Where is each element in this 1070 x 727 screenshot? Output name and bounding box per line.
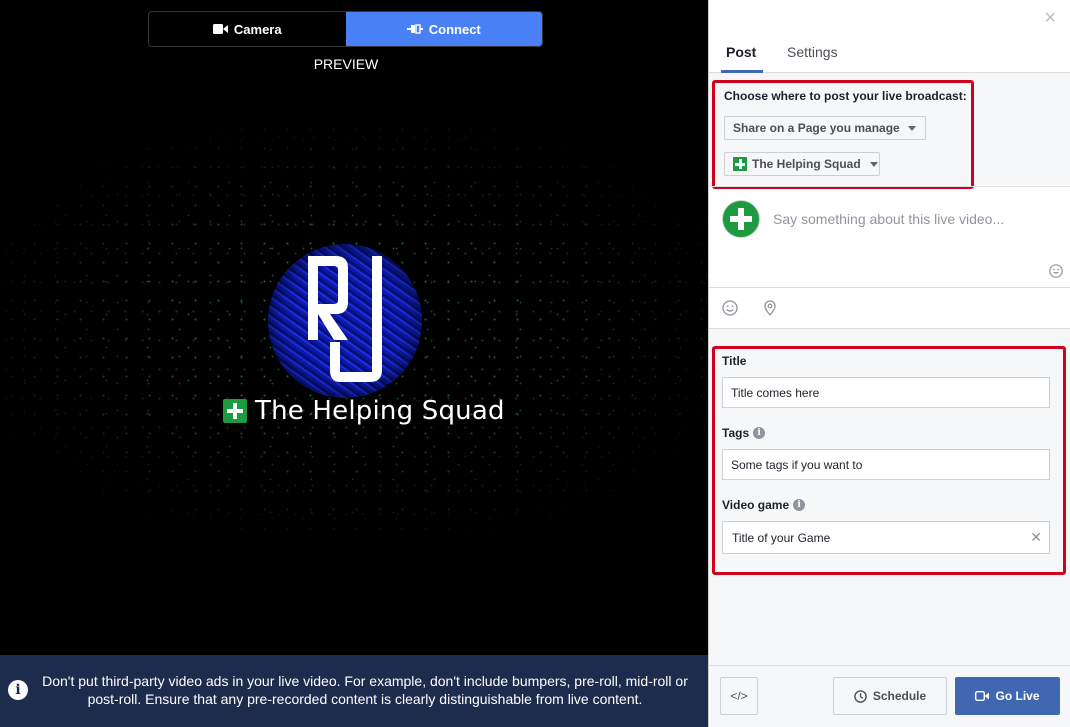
brand-line: The Helping Squad	[223, 396, 505, 426]
notice-text: Don't put third-party video ads in your …	[42, 673, 688, 707]
panel-footer: </> Schedule Go Live	[709, 665, 1070, 727]
go-live-button[interactable]: Go Live	[955, 677, 1060, 715]
preview-area: Camera Connect PREVIEW The Helping Squad…	[0, 0, 708, 727]
ads-notice: i Don't put third-party video ads in you…	[0, 655, 708, 727]
logo-monogram	[308, 256, 382, 382]
tab-post[interactable]: Post	[720, 44, 764, 73]
post-panel: Post Settings × Choose where to post you…	[708, 0, 1070, 727]
video-camera-icon	[975, 691, 990, 701]
connect-tab[interactable]: Connect	[345, 12, 542, 46]
schedule-button-label: Schedule	[872, 689, 927, 703]
feeling-icon[interactable]	[722, 300, 738, 316]
schedule-button[interactable]: Schedule	[833, 677, 947, 715]
highlight-box-destination	[712, 80, 974, 189]
compose-actions	[709, 288, 1070, 329]
status-input[interactable]: Say something about this live video...	[773, 211, 1004, 227]
connect-tab-label: Connect	[428, 21, 481, 37]
close-icon[interactable]: ×	[1044, 8, 1056, 28]
embed-button[interactable]: </>	[720, 677, 758, 715]
location-icon[interactable]	[762, 300, 778, 316]
info-icon: i	[8, 680, 28, 700]
panel-tabs: Post Settings	[709, 0, 1070, 73]
video-camera-icon	[212, 22, 228, 37]
brand-logo	[268, 244, 422, 398]
camera-tab[interactable]: Camera	[149, 12, 346, 46]
clock-icon	[854, 689, 867, 703]
mode-switch: Camera Connect	[148, 11, 543, 47]
tab-settings[interactable]: Settings	[787, 44, 838, 60]
embed-icon: </>	[730, 689, 748, 703]
highlight-box-details	[712, 346, 1066, 575]
camera-tab-label: Camera	[233, 21, 282, 37]
emoji-icon[interactable]	[1049, 264, 1063, 278]
avatar	[722, 200, 760, 238]
brand-name: The Helping Squad	[255, 396, 505, 426]
preview-label: PREVIEW	[313, 56, 379, 72]
go-live-button-label: Go Live	[995, 689, 1040, 703]
plus-icon	[223, 399, 247, 423]
compose-area: Say something about this live video...	[709, 186, 1070, 288]
connect-icon	[406, 22, 423, 37]
